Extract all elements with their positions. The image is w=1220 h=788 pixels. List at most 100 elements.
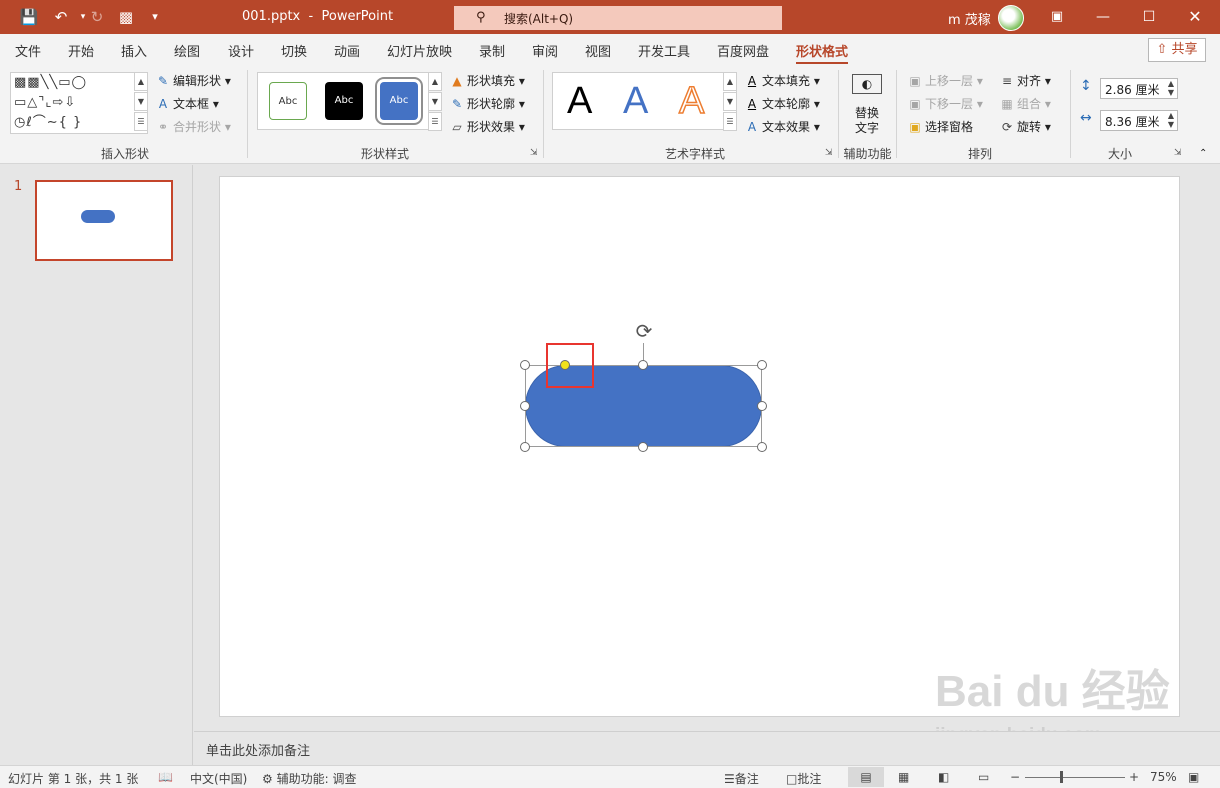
shapes-more-icon[interactable]: ☰: [134, 112, 148, 131]
search-box[interactable]: ⚲ 搜索(Alt+Q): [454, 6, 782, 30]
reading-view-icon[interactable]: ◧: [938, 770, 949, 784]
shape-width-input[interactable]: 8.36 厘米 ▲ ▼: [1100, 110, 1178, 131]
redo-icon[interactable]: ↻: [86, 6, 108, 28]
ribbon-display-icon[interactable]: ▣: [1034, 0, 1080, 34]
notes-toggle[interactable]: ☰备注: [724, 770, 759, 787]
wordart-black[interactable]: A: [567, 79, 592, 123]
tab-animations[interactable]: 动画: [334, 41, 360, 60]
slide-thumbnails-pane: 1: [0, 165, 193, 765]
zoom-level[interactable]: 75%: [1150, 770, 1177, 784]
tab-home[interactable]: 开始: [68, 41, 94, 60]
align-button[interactable]: ≡ 对齐 ▾: [1000, 72, 1051, 89]
selection-pane-button[interactable]: ▣ 选择窗格: [908, 118, 973, 135]
wordart-more-icon[interactable]: ☰: [723, 112, 737, 131]
size-launcher-icon[interactable]: ⇲: [1174, 148, 1182, 158]
undo-icon[interactable]: ↶: [50, 6, 72, 28]
wordart-gallery[interactable]: A A A: [552, 72, 737, 130]
comments-toggle[interactable]: □批注: [786, 770, 821, 787]
language-indicator[interactable]: 中文(中国): [190, 770, 247, 787]
styles-more-icon[interactable]: ☰: [428, 112, 442, 131]
style-swatch-black[interactable]: Abc: [325, 82, 363, 120]
tab-shape-format[interactable]: 形状格式: [796, 41, 848, 60]
resize-handle-right[interactable]: [757, 401, 767, 411]
customize-qat-icon[interactable]: ▾: [144, 6, 166, 28]
spell-check-icon[interactable]: 📖: [158, 770, 173, 784]
text-fill-button[interactable]: A 文本填充 ▾: [745, 72, 820, 89]
styles-scroll-down-icon[interactable]: ▼: [428, 92, 442, 111]
shape-fill-button[interactable]: ▲ 形状填充 ▾: [450, 72, 524, 89]
group-button[interactable]: ▦ 组合 ▾: [1000, 95, 1051, 112]
text-effects-button[interactable]: A 文本效果 ▾: [745, 118, 820, 135]
accessibility-status[interactable]: ⚙ 辅助功能: 调查: [262, 770, 356, 787]
presentation-icon[interactable]: ▩: [115, 6, 137, 28]
edit-shape-button[interactable]: ✎ 编辑形状 ▾: [156, 72, 231, 89]
style-swatch-outline-green[interactable]: Abc: [269, 82, 307, 120]
shape-height-input[interactable]: 2.86 厘米 ▲ ▼: [1100, 78, 1178, 99]
text-outline-button[interactable]: A 文本轮廓 ▾: [745, 95, 820, 112]
wordart-scroll-up-icon[interactable]: ▲: [723, 72, 737, 91]
shapes-gallery[interactable]: ▩▩╲╲▭◯ ▭△⌝⌞⇨⇩ ◷ℓ⌒∼{ }: [10, 72, 148, 134]
slide-thumbnail[interactable]: [35, 180, 173, 261]
resize-handle-top-left[interactable]: [520, 360, 530, 370]
save-icon[interactable]: 💾: [18, 6, 40, 28]
alt-text-label-2[interactable]: 文字: [855, 119, 879, 136]
wordart-orange-outline[interactable]: A: [678, 79, 705, 123]
bring-forward-button[interactable]: ▣ 上移一层 ▾: [908, 72, 983, 89]
tab-view[interactable]: 视图: [585, 41, 611, 60]
user-name[interactable]: m 茂稼: [948, 9, 991, 28]
resize-handle-bottom[interactable]: [638, 442, 648, 452]
resize-handle-bottom-right[interactable]: [757, 442, 767, 452]
tab-baidu-netdisk[interactable]: 百度网盘: [717, 41, 769, 60]
shape-effects-button[interactable]: ▱ 形状效果 ▾: [450, 118, 524, 135]
tab-insert[interactable]: 插入: [121, 41, 147, 60]
fit-to-window-icon[interactable]: ▣: [1188, 770, 1199, 784]
rotate-button[interactable]: ⟳ 旋转 ▾: [1000, 118, 1051, 135]
shape-styles-gallery[interactable]: Abc Abc Abc: [257, 72, 429, 130]
slide-canvas[interactable]: ⟳: [219, 176, 1180, 717]
collapse-ribbon-icon[interactable]: ⌃: [1199, 148, 1207, 159]
shape-outline-button[interactable]: ✎ 形状轮廓 ▾: [450, 95, 525, 112]
tab-slideshow[interactable]: 幻灯片放映: [387, 41, 452, 60]
merge-shapes-button[interactable]: ⚭ 合并形状 ▾: [156, 118, 231, 135]
tab-developer[interactable]: 开发工具: [638, 41, 690, 60]
wordart-launcher-icon[interactable]: ⇲: [825, 148, 833, 158]
width-spinner-icon[interactable]: ▲ ▼: [1168, 111, 1174, 129]
style-swatch-blue-selected[interactable]: Abc: [375, 77, 423, 125]
close-icon[interactable]: ✕: [1172, 0, 1218, 34]
wordart-blue[interactable]: A: [623, 79, 648, 123]
minimize-icon[interactable]: —: [1080, 0, 1126, 34]
resize-handle-bottom-left[interactable]: [520, 442, 530, 452]
tab-review[interactable]: 审阅: [532, 41, 558, 60]
text-box-button[interactable]: A 文本框 ▾: [156, 95, 219, 112]
notes-pane[interactable]: 单击此处添加备注: [194, 731, 1220, 765]
normal-view-icon[interactable]: ▤: [848, 767, 884, 787]
tab-draw[interactable]: 绘图: [174, 41, 200, 60]
wordart-scroll-down-icon[interactable]: ▼: [723, 92, 737, 111]
zoom-out-button[interactable]: −: [1010, 770, 1020, 784]
share-button[interactable]: ⇧ 共享: [1148, 38, 1206, 62]
alt-text-icon[interactable]: ◐: [852, 74, 882, 94]
tab-transitions[interactable]: 切换: [281, 41, 307, 60]
resize-handle-top[interactable]: [638, 360, 648, 370]
height-spinner-icon[interactable]: ▲ ▼: [1168, 79, 1174, 97]
rotation-handle-icon[interactable]: ⟳: [632, 319, 656, 343]
zoom-in-button[interactable]: +: [1129, 770, 1139, 784]
zoom-slider-thumb[interactable]: [1060, 771, 1063, 783]
tab-file[interactable]: 文件: [15, 41, 41, 60]
zoom-slider[interactable]: [1025, 777, 1125, 778]
tab-record[interactable]: 录制: [479, 41, 505, 60]
send-backward-button[interactable]: ▣ 下移一层 ▾: [908, 95, 983, 112]
slide-sorter-icon[interactable]: ▦: [898, 770, 909, 784]
shapes-scroll-up-icon[interactable]: ▲: [134, 72, 148, 91]
notes-placeholder[interactable]: 单击此处添加备注: [206, 740, 310, 759]
highlight-box: [546, 343, 594, 388]
shapes-scroll-down-icon[interactable]: ▼: [134, 92, 148, 111]
tab-design[interactable]: 设计: [228, 41, 254, 60]
resize-handle-top-right[interactable]: [757, 360, 767, 370]
avatar[interactable]: [998, 5, 1024, 31]
styles-scroll-up-icon[interactable]: ▲: [428, 72, 442, 91]
resize-handle-left[interactable]: [520, 401, 530, 411]
maximize-icon[interactable]: ☐: [1126, 0, 1172, 34]
slideshow-view-icon[interactable]: ▭: [978, 770, 989, 784]
shape-styles-launcher-icon[interactable]: ⇲: [530, 148, 538, 158]
